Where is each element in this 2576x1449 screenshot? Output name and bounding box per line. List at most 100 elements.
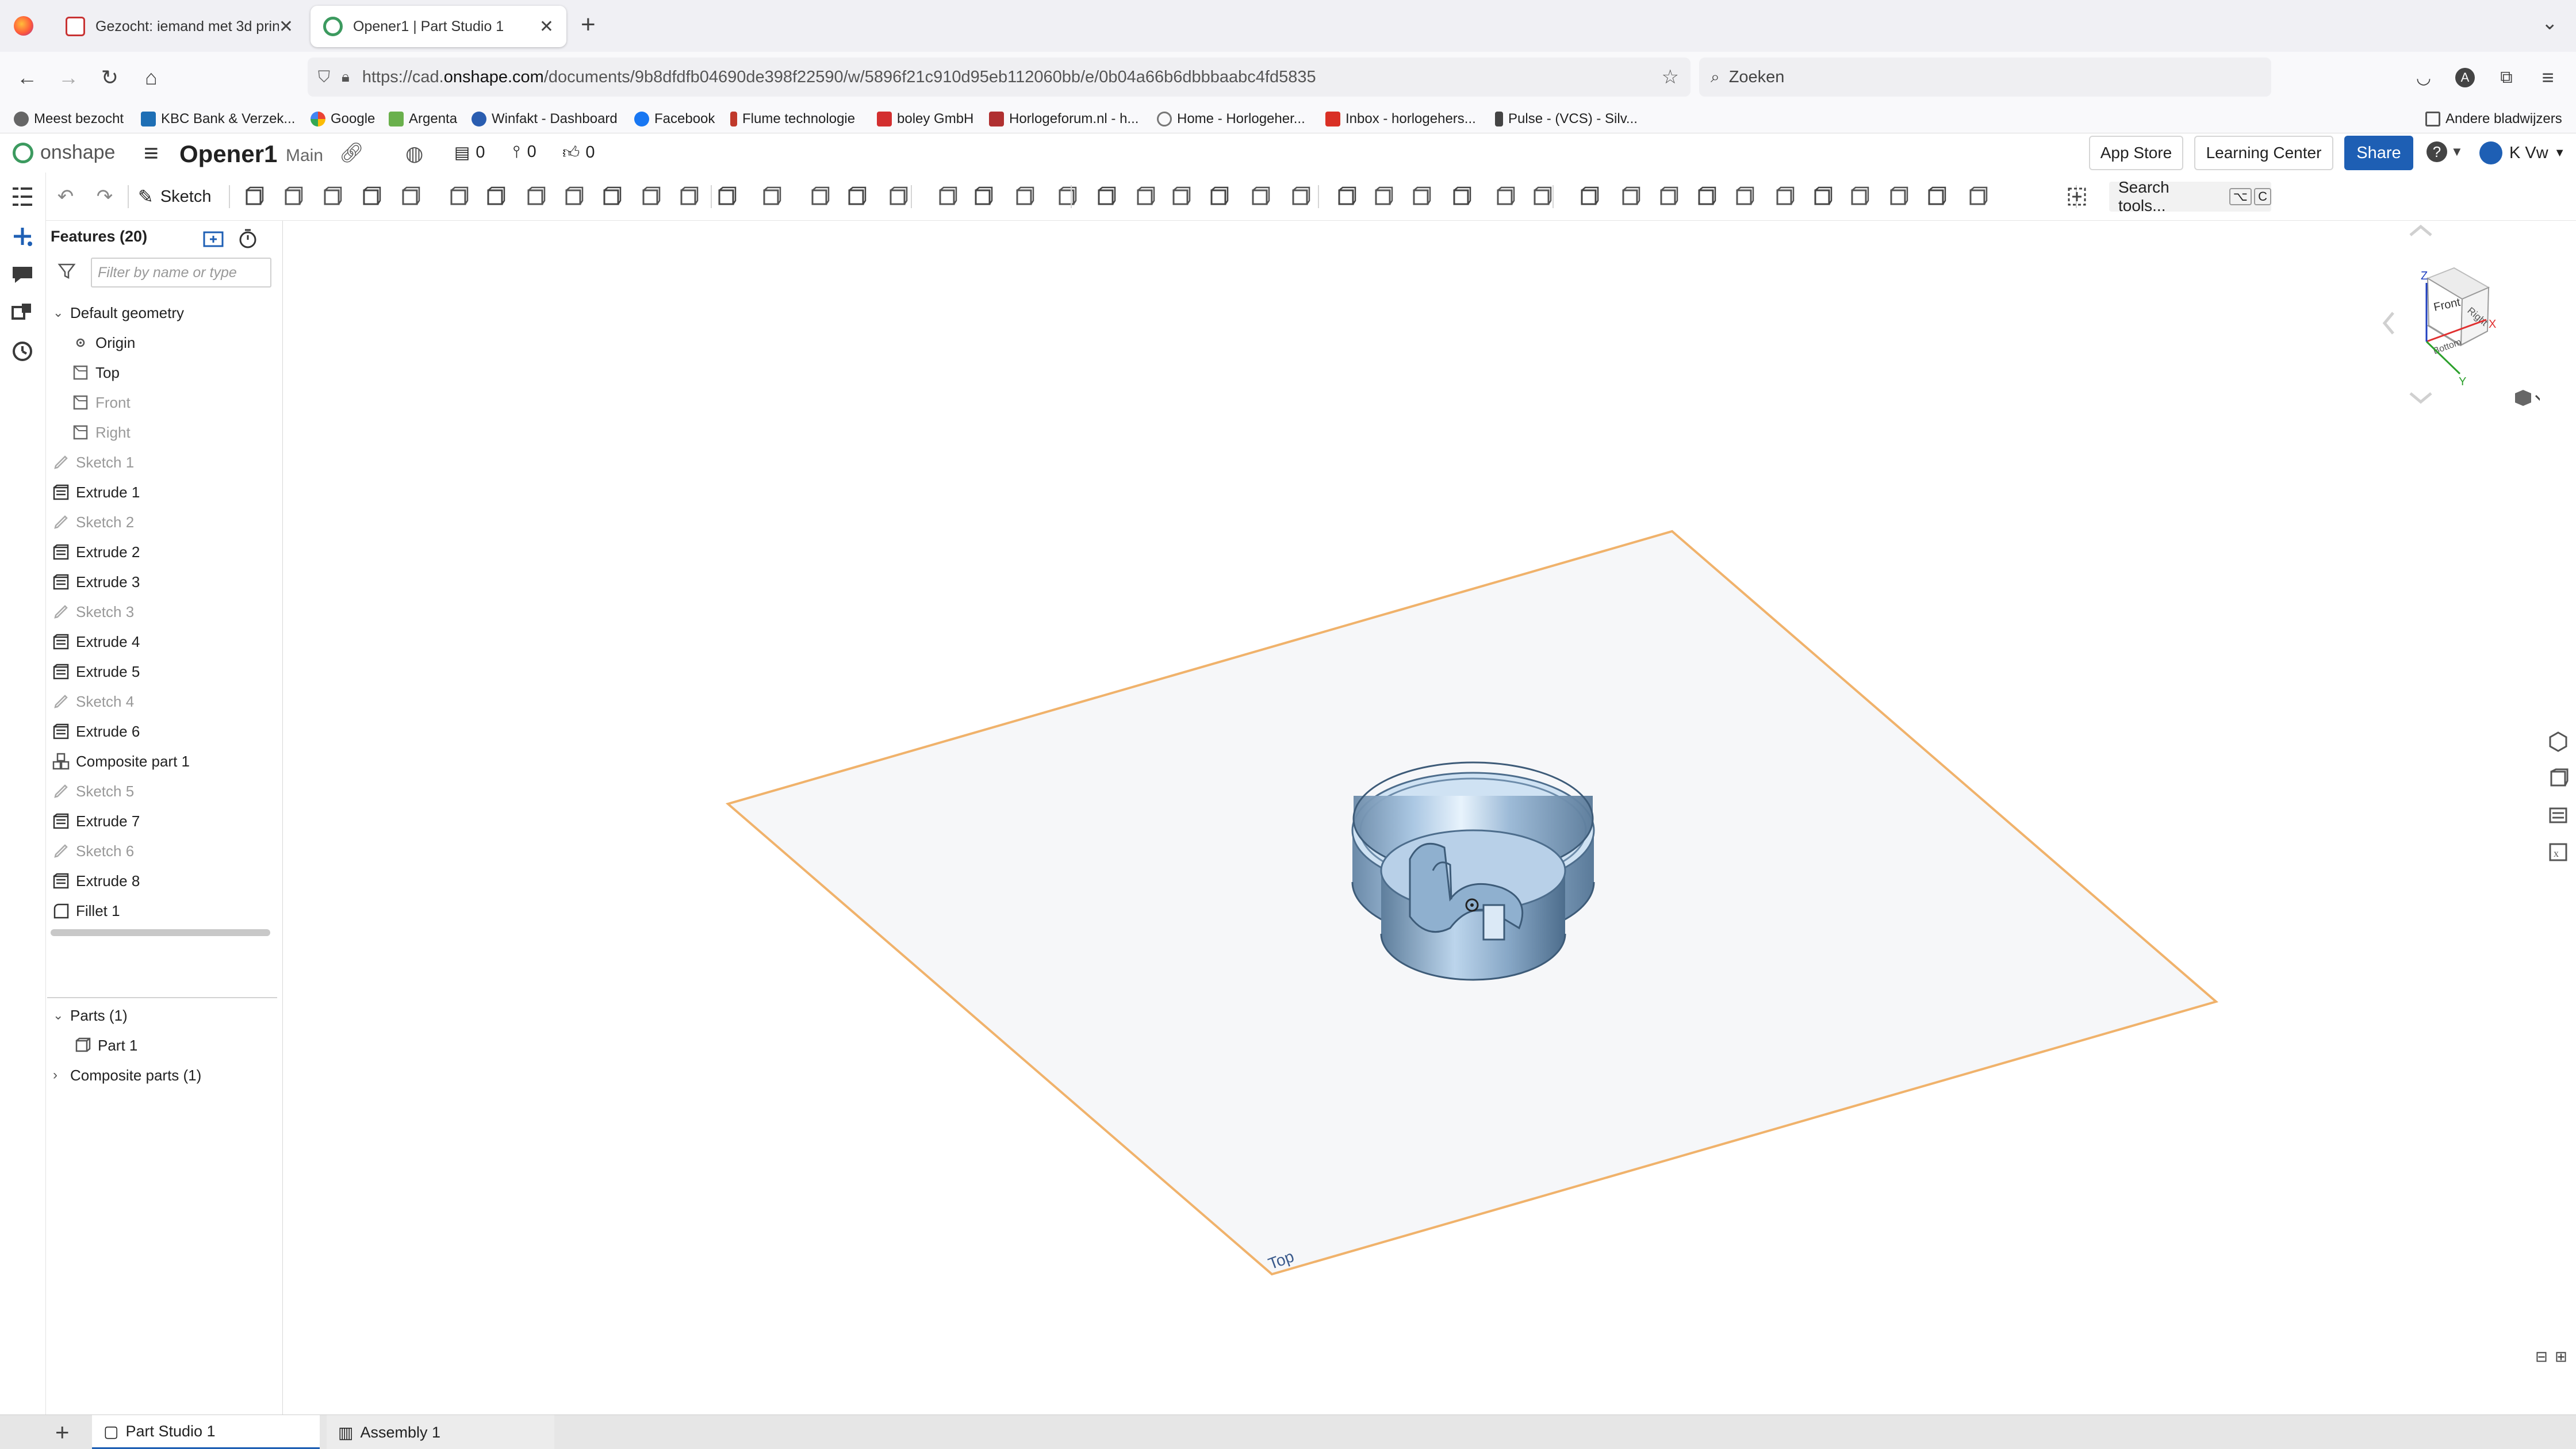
- view-mode-dropdown[interactable]: [2515, 390, 2546, 406]
- configurations-icon[interactable]: [9, 299, 36, 325]
- corner-tool-icon[interactable]: [1732, 184, 1757, 209]
- variable-table-icon[interactable]: x: [2547, 841, 2570, 864]
- bookmark-item[interactable]: Argenta: [389, 109, 457, 129]
- other-bookmarks[interactable]: Andere bladwijzers: [2425, 109, 2562, 129]
- url-bar[interactable]: ⛉ 🔒︎ https://cad.onshape.com/documents/9…: [308, 57, 1690, 97]
- mate-connector-tool-icon[interactable]: [1012, 184, 1037, 209]
- view-cube[interactable]: Front Right Bottom X Y Z: [2382, 224, 2559, 404]
- part-body[interactable]: [1351, 761, 1595, 981]
- bookmark-item[interactable]: Horlogeforum.nl - h...: [989, 109, 1138, 129]
- boolean-tool-icon[interactable]: [759, 184, 784, 209]
- bill-of-materials-icon[interactable]: [2547, 804, 2570, 827]
- history-icon[interactable]: [9, 337, 36, 363]
- versions-indicator[interactable]: ▤ 0: [454, 143, 485, 163]
- feature-item[interactable]: Extrude 2: [52, 538, 282, 566]
- bend-tool-icon[interactable]: [1334, 184, 1359, 209]
- panel-divider[interactable]: [47, 997, 277, 998]
- default-geometry-item[interactable]: Front: [71, 389, 301, 416]
- likes-indicator[interactable]: 👍︎ 0: [562, 143, 595, 163]
- sketch-text-tool-icon[interactable]: [1094, 184, 1119, 209]
- document-title[interactable]: Opener1: [179, 140, 277, 168]
- unfold-tool-icon[interactable]: [1886, 184, 1911, 209]
- fillet-tool-icon[interactable]: [483, 184, 508, 209]
- enclose-tool-icon[interactable]: [446, 184, 471, 209]
- onshape-logo[interactable]: onshape: [13, 141, 115, 164]
- feature-item[interactable]: Sketch 6: [52, 837, 282, 865]
- comments-icon[interactable]: [9, 261, 36, 288]
- composite-tool-icon[interactable]: [1168, 184, 1194, 209]
- feature-item[interactable]: Sketch 1: [52, 448, 282, 476]
- mirror-tool-icon[interactable]: [935, 184, 960, 209]
- pattern-tool-icon[interactable]: [885, 184, 911, 209]
- view-cube-bottom-label[interactable]: Bottom: [2432, 337, 2463, 356]
- export-tool-icon[interactable]: [1965, 184, 1991, 209]
- feature-item[interactable]: Sketch 4: [52, 688, 282, 715]
- search-field[interactable]: ⌕ Zoeken: [1699, 57, 2271, 97]
- firefox-menu-icon[interactable]: [14, 16, 33, 36]
- browser-tab-onshape[interactable]: Opener1 | Part Studio 1 ✕: [310, 6, 566, 47]
- feature-item[interactable]: Sketch 5: [52, 777, 282, 805]
- add-feature-icon[interactable]: [9, 223, 36, 250]
- delete-face-tool-icon[interactable]: [1529, 184, 1555, 209]
- bookmark-item[interactable]: Meest bezocht: [14, 109, 124, 129]
- variable-tool-icon[interactable]: [1133, 184, 1158, 209]
- feature-item[interactable]: Extrude 5: [52, 658, 282, 685]
- offset-tool-icon[interactable]: [1409, 184, 1434, 209]
- bookmark-item[interactable]: Inbox - horlogehers...: [1325, 109, 1476, 129]
- flange-tool-icon[interactable]: [1656, 184, 1681, 209]
- loft-tool-icon[interactable]: [359, 184, 384, 209]
- branch-label[interactable]: Main: [286, 146, 323, 166]
- reload-icon[interactable]: ↻: [95, 63, 124, 92]
- bookmark-item[interactable]: Pulse - (VCS) - Silv...: [1495, 109, 1638, 129]
- account-icon[interactable]: A: [2451, 63, 2479, 92]
- default-geometry-item[interactable]: Origin: [71, 329, 301, 356]
- part-item[interactable]: Part 1: [74, 1032, 304, 1059]
- default-geometry-item[interactable]: Top: [71, 359, 301, 386]
- default-geometry-item[interactable]: Right: [71, 419, 301, 446]
- hamburger-menu-icon[interactable]: ≡: [2533, 63, 2562, 92]
- hamburger-menu-icon[interactable]: ≡: [144, 139, 159, 168]
- feature-item[interactable]: Composite part 1: [52, 747, 282, 775]
- feature-item[interactable]: Sketch 3: [52, 598, 282, 626]
- bookmark-item[interactable]: boley GmbH: [877, 109, 973, 129]
- chamfer-tool-icon[interactable]: [523, 184, 549, 209]
- modify-fillet-tool-icon[interactable]: [1577, 184, 1602, 209]
- feature-list-scrollbar[interactable]: [51, 929, 270, 936]
- thread-tool-icon[interactable]: [714, 184, 739, 209]
- thicken-tool-icon[interactable]: [398, 184, 423, 209]
- fill-tool-icon[interactable]: [1371, 184, 1396, 209]
- close-icon[interactable]: ✕: [279, 17, 293, 37]
- feature-item[interactable]: Extrude 7: [52, 807, 282, 835]
- composite-parts-header[interactable]: › Composite parts (1): [47, 1061, 277, 1089]
- add-tab-icon[interactable]: +: [55, 1419, 70, 1446]
- tab-assembly-1[interactable]: ▥ Assembly 1: [327, 1415, 554, 1449]
- split-tool-icon[interactable]: [807, 184, 833, 209]
- move-face-tool-icon[interactable]: [1449, 184, 1474, 209]
- feature-item[interactable]: Extrude 6: [52, 718, 282, 745]
- plane-op-tool-icon[interactable]: [1206, 184, 1232, 209]
- draft-tool-icon[interactable]: [561, 184, 586, 209]
- branches-indicator[interactable]: ⫯ 0: [513, 143, 536, 162]
- plane-tool-icon[interactable]: [971, 184, 996, 209]
- parts-header[interactable]: ⌄ Parts (1): [47, 1002, 277, 1029]
- graphics-viewport[interactable]: Top Front Right Bottom X Y Z: [283, 221, 2559, 1414]
- search-tools-input[interactable]: Search tools... ⌥ C: [2109, 178, 2271, 214]
- extrude-tool-icon[interactable]: [241, 184, 267, 209]
- feature-item[interactable]: Extrude 8: [52, 867, 282, 895]
- sheet-metal-tool-icon[interactable]: [1618, 184, 1643, 209]
- tab-list-chevron-icon[interactable]: ⌄: [2542, 12, 2558, 34]
- measure-icon[interactable]: ⊟: [2535, 1348, 2548, 1366]
- home-icon[interactable]: ⌂: [137, 63, 166, 92]
- hole-tool-icon[interactable]: [676, 184, 702, 209]
- wrap-tool-icon[interactable]: [1248, 184, 1273, 209]
- selection-filter-icon[interactable]: [2064, 184, 2090, 209]
- shell-tool-icon[interactable]: [638, 184, 664, 209]
- globe-icon[interactable]: ◍: [405, 141, 423, 166]
- tab-tool-icon[interactable]: [1694, 184, 1719, 209]
- share-button[interactable]: Share: [2344, 136, 2413, 170]
- bookmark-item[interactable]: Home - Horlogeher...: [1157, 109, 1305, 129]
- learning-center-button[interactable]: Learning Center: [2194, 136, 2333, 170]
- help-menu[interactable]: ? ▼: [2426, 141, 2463, 162]
- form-tool-icon[interactable]: [1847, 184, 1872, 209]
- browser-tab-search[interactable]: Gezocht: iemand met 3d print e ✕: [53, 6, 306, 47]
